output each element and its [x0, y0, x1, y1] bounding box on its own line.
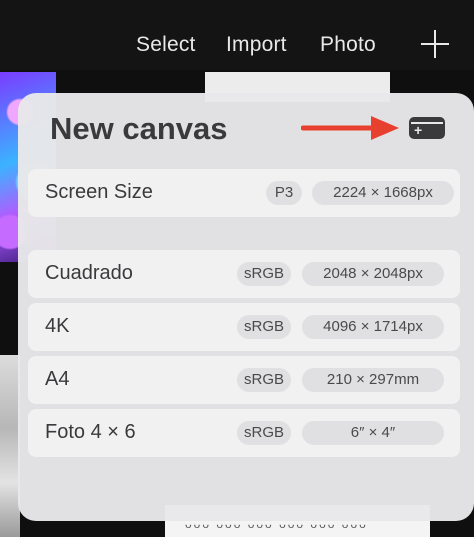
dimensions-badge: 6″ × 4″	[302, 421, 444, 445]
canvas-preset-foto[interactable]: Foto 4 × 6 sRGB 6″ × 4″	[28, 409, 460, 457]
color-space-badge: sRGB	[237, 421, 291, 445]
preset-name: A4	[45, 368, 70, 390]
canvas-preset-4k[interactable]: 4K sRGB 4096 × 1714px	[28, 303, 460, 351]
dimensions-badge: 4096 × 1714px	[302, 315, 444, 339]
color-space-badge: P3	[266, 181, 302, 205]
select-button[interactable]: Select	[136, 33, 196, 57]
dimensions-badge: 2224 × 1668px	[312, 181, 454, 205]
photo-button[interactable]: Photo	[320, 33, 376, 57]
import-button[interactable]: Import	[226, 33, 287, 57]
preset-name: 4K	[45, 315, 70, 337]
dimensions-badge: 2048 × 2048px	[302, 262, 444, 286]
annotation-arrow-icon	[301, 116, 399, 140]
canvas-preset-a4[interactable]: A4 sRGB 210 × 297mm	[28, 356, 460, 404]
new-canvas-icon[interactable]: +	[409, 117, 445, 139]
color-space-badge: sRGB	[237, 262, 291, 286]
new-canvas-popover: New canvas + Screen Size P3 2224 × 1668p…	[18, 93, 474, 521]
preset-name: Screen Size	[45, 181, 153, 203]
dimensions-badge: 210 × 297mm	[302, 368, 444, 392]
top-toolbar: Select Import Photo	[0, 0, 474, 70]
preset-name: Foto 4 × 6	[45, 421, 136, 443]
color-space-badge: sRGB	[237, 368, 291, 392]
plus-icon[interactable]	[421, 30, 449, 58]
gallery-thumbnail[interactable]	[0, 355, 20, 537]
canvas-preset-screen-size[interactable]: Screen Size P3 2224 × 1668px	[28, 169, 460, 217]
popover-title: New canvas	[50, 111, 228, 146]
preset-name: Cuadrado	[45, 262, 133, 284]
color-space-badge: sRGB	[237, 315, 291, 339]
canvas-preset-cuadrado[interactable]: Cuadrado sRGB 2048 × 2048px	[28, 250, 460, 298]
